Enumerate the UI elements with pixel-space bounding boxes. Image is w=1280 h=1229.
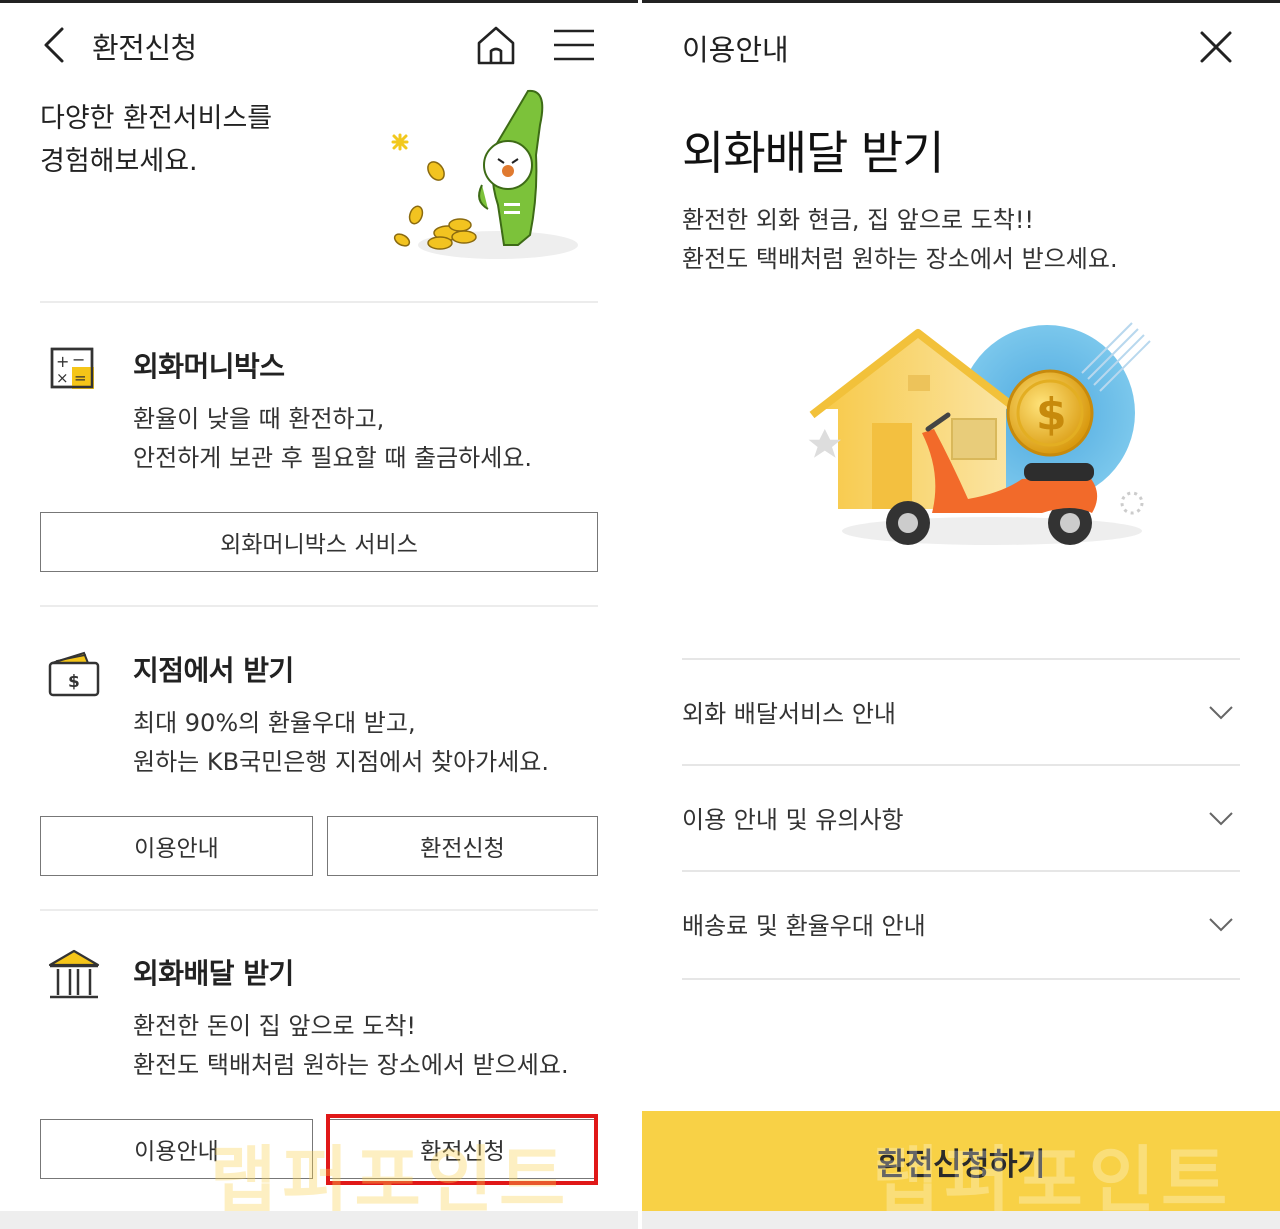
delivery-exchange-request-button[interactable]: 환전신청 <box>327 1119 598 1179</box>
branch-guide-button[interactable]: 이용안내 <box>40 816 313 876</box>
guide-desc-line: 환전도 택배처럼 원하는 장소에서 받으세요. <box>682 245 1118 273</box>
section-desc-line: 안전하게 보관 후 필요할 때 출금하세요. <box>133 444 533 472</box>
section-divider <box>40 605 598 607</box>
bottom-strip <box>0 1211 638 1229</box>
accordion-item-fees-rates[interactable]: 배송료 및 환율우대 안내 <box>682 870 1240 976</box>
section-desc-branch-pickup: 최대 90%의 환율우대 받고, 원하는 KB국민은행 지점에서 찾아가세요. <box>133 704 549 782</box>
page-title: 환전신청 <box>92 31 197 65</box>
section-divider <box>40 301 598 303</box>
accordion-item-usage-notes[interactable]: 이용 안내 및 유의사항 <box>682 764 1240 870</box>
bank-building-icon <box>48 949 100 999</box>
section-desc-delivery: 환전한 돈이 집 앞으로 도착! 환전도 택배처럼 원하는 장소에서 받으세요. <box>133 1007 569 1085</box>
section-title-branch-pickup: 지점에서 받기 <box>133 654 294 687</box>
section-desc-line: 최대 90%의 환율우대 받고, <box>133 709 416 737</box>
page-title: 이용안내 <box>682 33 789 67</box>
svg-text:$: $ <box>1036 389 1067 440</box>
section-desc-line: 환전도 택배처럼 원하는 장소에서 받으세요. <box>133 1051 569 1079</box>
accordion-label: 외화 배달서비스 안내 <box>682 700 896 728</box>
home-icon[interactable] <box>474 23 518 67</box>
intro-text: 다양한 환전서비스를 경험해보세요. <box>40 97 272 183</box>
delivery-illustration: $ <box>808 322 1151 545</box>
right-screen-usage-guide: 이용안내 외화배달 받기 환전한 외화 현금, 집 앞으로 도착!! 환전도 택… <box>642 0 1280 1229</box>
chevron-left-icon[interactable] <box>38 25 74 65</box>
intro-line-2: 경험해보세요. <box>40 146 198 177</box>
calculator-icon: + − × = <box>50 347 94 389</box>
mascot-illustration <box>391 89 578 259</box>
svg-text:−: − <box>72 350 85 369</box>
close-icon[interactable] <box>1198 29 1234 65</box>
accordion-bottom-divider <box>682 978 1240 980</box>
section-title-delivery: 외화배달 받기 <box>133 957 294 990</box>
section-desc-line: 환율이 낮을 때 환전하고, <box>133 405 385 433</box>
accordion-item-delivery-service[interactable]: 외화 배달서비스 안내 <box>682 658 1240 764</box>
section-desc-line: 원하는 KB국민은행 지점에서 찾아가세요. <box>133 748 549 776</box>
section-desc-line: 환전한 돈이 집 앞으로 도착! <box>133 1012 417 1040</box>
section-divider <box>40 909 598 911</box>
wallet-dollar-icon: $ <box>48 651 100 697</box>
guide-description: 환전한 외화 현금, 집 앞으로 도착!! 환전도 택배처럼 원하는 장소에서 … <box>682 201 1118 279</box>
branch-exchange-request-button[interactable]: 환전신청 <box>327 816 598 876</box>
chevron-down-icon[interactable] <box>1208 704 1234 722</box>
bottom-strip <box>642 1211 1280 1229</box>
guide-desc-line: 환전한 외화 현금, 집 앞으로 도착!! <box>682 206 1035 234</box>
intro-line-1: 다양한 환전서비스를 <box>40 103 273 134</box>
money-box-service-button[interactable]: 외화머니박스 서비스 <box>40 512 598 572</box>
svg-text:×: × <box>56 369 69 387</box>
accordion-label: 이용 안내 및 유의사항 <box>682 806 904 834</box>
section-title-money-box: 외화머니박스 <box>133 350 285 383</box>
hamburger-menu-icon[interactable] <box>552 27 596 63</box>
guide-heading: 외화배달 받기 <box>682 126 945 180</box>
delivery-guide-button[interactable]: 이용안내 <box>40 1119 313 1179</box>
chevron-down-icon[interactable] <box>1208 810 1234 828</box>
section-desc-money-box: 환율이 낮을 때 환전하고, 안전하게 보관 후 필요할 때 출금하세요. <box>133 400 532 478</box>
svg-text:$: $ <box>68 672 80 692</box>
chevron-down-icon[interactable] <box>1208 916 1234 934</box>
svg-text:=: = <box>74 369 87 387</box>
accordion-label: 배송료 및 환율우대 안내 <box>682 912 926 940</box>
exchange-request-cta-button[interactable]: 환전신청하기 <box>642 1111 1280 1211</box>
left-screen-exchange-request: 환전신청 다양한 환전서비스를 경험해보세요. + − × = 외화머니박스 환… <box>0 0 638 1229</box>
